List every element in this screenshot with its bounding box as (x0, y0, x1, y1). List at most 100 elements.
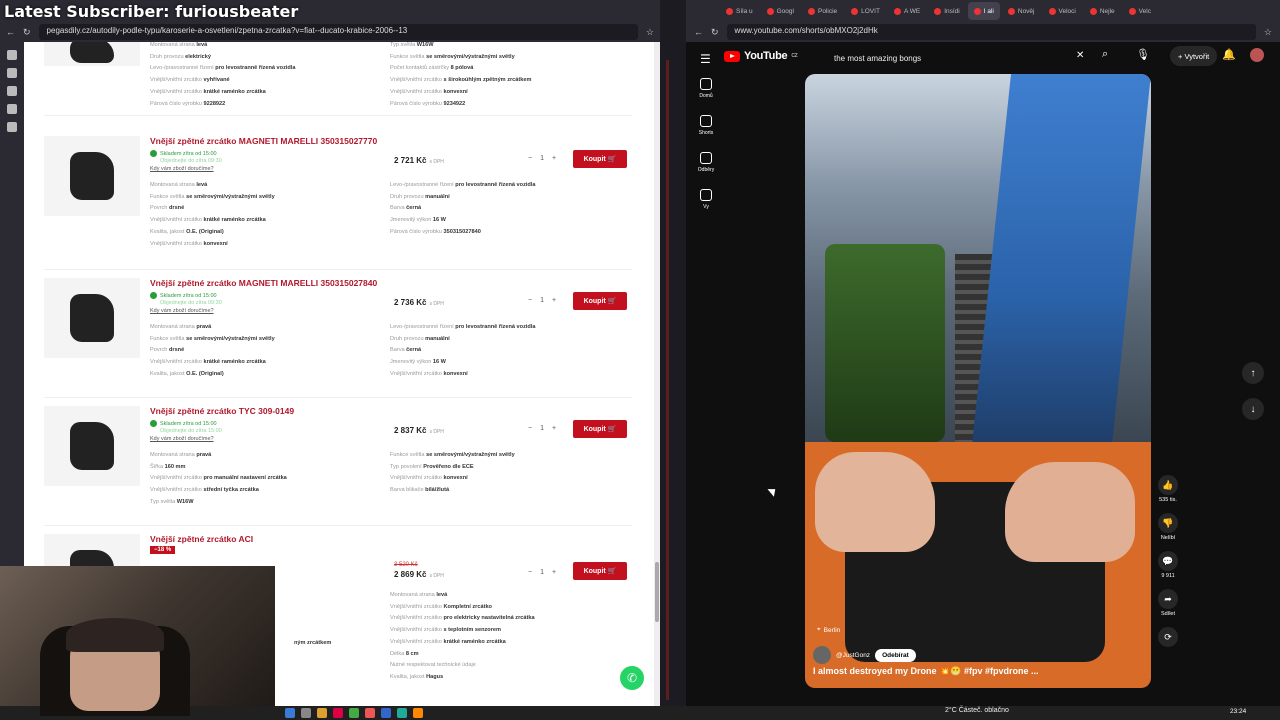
back-icon[interactable]: ← (6, 27, 15, 37)
delivery-link[interactable]: Kdy vám zboží doručíme? (150, 166, 214, 172)
dislike-button[interactable]: 👎 Nelíbí (1158, 513, 1178, 541)
spec-row: Vnější/vnitřní zrcátko krátké raménko zr… (150, 359, 266, 366)
product-title[interactable]: Vnější zpětné zrcátko MAGNETI MARELLI 35… (150, 136, 377, 146)
quantity-stepper[interactable]: −1 + (528, 297, 556, 304)
product-image[interactable] (44, 278, 140, 358)
reload-icon[interactable]: ↻ (23, 27, 31, 38)
arrow-up-icon: ↑ (1250, 367, 1256, 379)
sidebar-icon[interactable] (7, 122, 17, 132)
start-icon[interactable] (285, 708, 295, 718)
product-image[interactable] (44, 136, 140, 216)
like-button[interactable]: 👍 535 tis. (1158, 475, 1178, 503)
quantity-stepper[interactable]: −1 + (528, 569, 556, 576)
share-button[interactable]: ➦ Sdílet (1158, 589, 1178, 617)
short-video-player[interactable]: ⌖ Berlin @JustGonz Odebírat I almost dest… (805, 74, 1151, 688)
product-title[interactable]: Vnější zpětné zrcátko ACI (150, 534, 253, 544)
browser-icon[interactable] (365, 708, 375, 718)
microphone-icon[interactable]: 🎙 (1136, 48, 1150, 61)
buy-button[interactable]: Koupit 🛒 (573, 562, 627, 580)
home-icon (700, 78, 712, 90)
next-short-button[interactable]: ↓ (1242, 398, 1264, 420)
product-title[interactable]: Vnější zpětné zrcátko TYC 309-0149 (150, 406, 294, 416)
whatsapp-chat-button[interactable]: ✆ (620, 666, 644, 690)
browser-tab[interactable]: A WE (888, 2, 926, 20)
browser-tab[interactable]: Nověj (1002, 2, 1041, 20)
product-image[interactable] (44, 406, 140, 486)
spec-list-right: Funkce světla se směrovými/výstražnými s… (390, 450, 515, 497)
firefox-icon[interactable] (413, 708, 423, 718)
plus-icon: + (552, 155, 557, 162)
app-icon[interactable] (333, 708, 343, 718)
subscribe-button[interactable]: Odebírat (875, 648, 916, 662)
discount-badge: −18 % (150, 546, 176, 554)
left-url-bar[interactable]: pegasdily.cz/autodily-podle-typu/karoser… (38, 24, 638, 40)
app-icon[interactable] (397, 708, 407, 718)
comment-button[interactable]: 💬 9 911 (1158, 551, 1178, 579)
search-icon[interactable] (301, 708, 311, 718)
buy-button[interactable]: Koupit 🛒 (573, 292, 627, 310)
sidebar-item-odběry[interactable]: Odběry (686, 152, 726, 189)
sidebar-icon[interactable] (7, 50, 17, 60)
previous-short-button[interactable]: ↑ (1242, 362, 1264, 384)
browser-tab[interactable]: Veloci (1043, 2, 1082, 20)
notifications-icon[interactable]: 🔔 (1222, 48, 1236, 61)
favicon-icon (1128, 7, 1136, 15)
youtube-logo[interactable]: YouTube CZ (724, 50, 798, 62)
spec-row: Vnější/vnitřní zrcátko s teplotním senzo… (390, 627, 501, 634)
search-input[interactable]: the most amazing bongs (826, 47, 1092, 69)
spec-row: Vnější/vnitřní zrcátko pro manuální nast… (150, 475, 287, 482)
folder-icon[interactable] (317, 708, 327, 718)
product-price: 2 736 Kč s DPH (394, 298, 444, 307)
search-icon[interactable]: ⌕ (1102, 48, 1108, 61)
delivery-link[interactable]: Kdy vám zboží doručíme? (150, 436, 214, 442)
spec-row: Levo-/pravostranné řízení pro levostrann… (150, 65, 296, 72)
stock-status: Skladem zítra od 15:00 Objednejte do zítr… (150, 292, 222, 307)
bookmark-icon[interactable]: ☆ (646, 27, 654, 38)
spec-row: Typ povolení Prověřeno dle ECE (390, 463, 474, 470)
spec-row: Vnější/vnitřní zrcátko konvexní (390, 475, 468, 482)
remix-button[interactable]: ⟳ (1158, 627, 1178, 649)
sidebar-icon[interactable] (7, 68, 17, 78)
quantity-stepper[interactable]: −1 + (528, 425, 556, 432)
sidebar-item-shorts[interactable]: Shorts (686, 115, 726, 152)
location-tag[interactable]: ⌖ Berlin (817, 626, 840, 634)
buy-button[interactable]: Koupit 🛒 (573, 150, 627, 168)
browser-tab[interactable]: LOVIT (845, 2, 886, 20)
quantity-stepper[interactable]: −1 + (528, 155, 556, 162)
sidebar-icon[interactable] (7, 86, 17, 96)
spec-list-right: Montovaná strana levá Vnější/vnitřní zrcá… (390, 590, 535, 684)
product-title[interactable]: Vnější zpětné zrcátko MAGNETI MARELLI 35… (150, 278, 377, 288)
location-pin-icon: ⌖ (817, 626, 821, 633)
app-icon[interactable] (381, 708, 391, 718)
back-icon[interactable]: ← (694, 27, 703, 37)
reload-icon[interactable]: ↻ (711, 27, 719, 38)
clear-search-icon[interactable]: ✕ (1076, 50, 1084, 61)
browser-tab[interactable]: Googl (761, 2, 800, 20)
sidebar-item-vy[interactable]: Vy (686, 189, 726, 226)
video-caption[interactable]: I almost destroyed my Drone 💥😬 #fpv #fpv… (813, 666, 1038, 677)
weather-widget[interactable]: 2°C Částeč. oblačno (945, 707, 1009, 714)
menu-icon[interactable]: ☰ (700, 52, 711, 66)
right-url-bar[interactable]: www.youtube.com/shorts/obMXO2j2dHk (726, 24, 1256, 40)
browser-tab[interactable]: Síla u (720, 2, 759, 20)
delivery-link[interactable]: Kdy vám zboží doručíme? (150, 308, 214, 314)
sidebar-item-domů[interactable]: Domů (686, 78, 726, 115)
avatar[interactable] (1250, 48, 1264, 62)
clock[interactable]: 23:24 (1230, 708, 1246, 715)
browser-tab[interactable]: I ali (967, 2, 1000, 20)
buy-button[interactable]: Koupit 🛒 (573, 420, 627, 438)
browser-tab[interactable]: Velc (1123, 2, 1157, 20)
app-icon[interactable] (349, 708, 359, 718)
bookmark-icon[interactable]: ☆ (1264, 27, 1272, 38)
browser-tab[interactable]: Nejle (1084, 2, 1121, 20)
spec-row: Druh provozu manuální (390, 335, 450, 342)
sidebar-icon[interactable] (7, 104, 17, 114)
browser-tab[interactable]: Insídi (928, 2, 966, 20)
product-image[interactable] (44, 42, 140, 66)
product-card-partial: Montovaná strana levá Druh provozu elektr… (44, 42, 632, 116)
spec-row: Šířka 160 mm (150, 463, 186, 470)
browser-tab[interactable]: Policie (802, 2, 843, 20)
channel-name[interactable]: @JustGonz (836, 652, 870, 659)
channel-avatar[interactable] (813, 646, 831, 664)
create-button[interactable]: + Vytvořit (1170, 46, 1218, 66)
